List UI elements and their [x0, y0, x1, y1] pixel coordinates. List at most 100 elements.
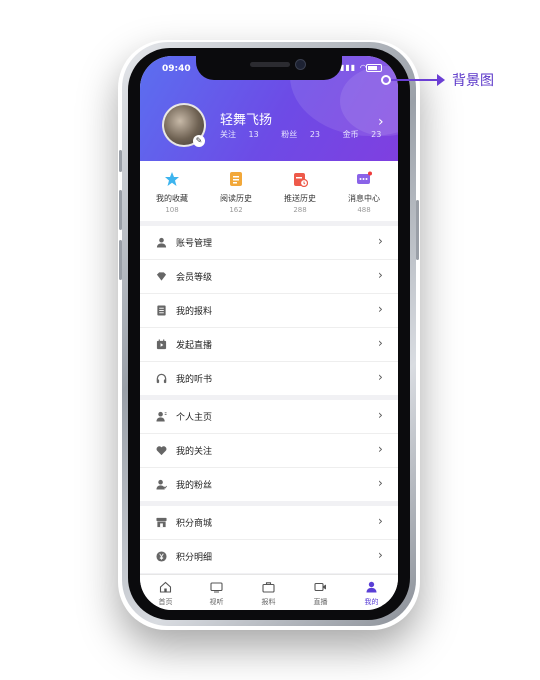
menu-item-account-management[interactable]: 账号管理 ›	[140, 226, 398, 260]
diamond-icon	[156, 272, 167, 281]
stat-label: 粉丝	[281, 130, 298, 139]
stat-label: 金币	[342, 130, 359, 139]
volume-down-button	[119, 240, 122, 280]
menu-group-social: 个人主页 › 我的关注 › 我的粉丝 ›	[140, 400, 398, 501]
stat-coins[interactable]: 金币 23	[343, 130, 392, 139]
volume-up-button	[119, 190, 122, 230]
menu-item-label: 积分明细	[176, 553, 213, 563]
document-icon	[230, 172, 242, 186]
list-icon	[157, 305, 166, 316]
quick-action-count: 162	[229, 206, 243, 214]
quick-action-reading-history[interactable]: 阅读历史 162	[204, 161, 268, 221]
annotation-line	[391, 79, 439, 81]
quick-actions: 我的收藏 108 阅读历史 162 推送历史 288 消息中心 488	[140, 161, 398, 221]
tab-reports[interactable]: 报料	[243, 575, 294, 610]
quick-action-push-history[interactable]: 推送历史 288	[268, 161, 332, 221]
quick-action-label: 我的收藏	[156, 194, 188, 203]
profile-name[interactable]: 轻舞飞扬	[220, 109, 272, 128]
bottom-tab-bar: 首页 视听 报料 直播 我的	[140, 574, 398, 610]
chevron-right-icon: ›	[378, 548, 383, 562]
quick-action-label: 消息中心	[348, 194, 380, 203]
menu-item-membership-level[interactable]: 会员等级 ›	[140, 260, 398, 294]
stat-value: 23	[309, 130, 321, 139]
chevron-right-icon: ›	[378, 336, 383, 350]
front-camera-icon	[295, 59, 306, 70]
menu-item-label: 积分商城	[176, 519, 213, 529]
app-screen: 09:40 ▮▮▮ ◠ ✎ 轻舞飞扬 关注 13 粉丝 23 金币 23 › 我…	[140, 56, 398, 610]
tab-audio-video[interactable]: 视听	[191, 575, 242, 610]
menu-item-label: 个人主页	[176, 413, 213, 423]
menu-item-label: 我的听书	[176, 375, 213, 385]
chevron-right-icon: ›	[378, 514, 383, 528]
shop-icon	[156, 517, 167, 528]
menu-item-points-mall[interactable]: 积分商城 ›	[140, 506, 398, 540]
stat-following[interactable]: 关注 13	[220, 130, 269, 139]
headphones-icon	[156, 373, 167, 384]
chevron-right-icon: ›	[378, 370, 383, 384]
message-icon	[357, 171, 372, 184]
tab-home[interactable]: 首页	[140, 575, 191, 610]
annotation-marker	[381, 75, 391, 85]
menu-item-label: 发起直播	[176, 341, 213, 351]
menu-item-my-following[interactable]: 我的关注 ›	[140, 434, 398, 468]
chevron-right-icon[interactable]: ›	[378, 114, 384, 130]
tab-mine[interactable]: 我的	[346, 575, 397, 610]
menu-item-my-audiobooks[interactable]: 我的听书 ›	[140, 362, 398, 395]
person-icon	[366, 581, 377, 593]
menu-item-points-detail[interactable]: 积分明细 ›	[140, 540, 398, 573]
quick-action-count: 288	[293, 206, 307, 214]
live-icon	[156, 339, 167, 350]
star-icon	[165, 172, 179, 186]
power-button	[416, 200, 419, 260]
menu-item-label: 我的报料	[176, 307, 213, 317]
menu-item-my-reports[interactable]: 我的报料 ›	[140, 294, 398, 328]
phone-notch	[196, 54, 342, 80]
tv-icon	[210, 582, 223, 593]
fans-icon	[156, 479, 167, 490]
menu-item-label: 我的关注	[176, 447, 213, 457]
stat-label: 关注	[220, 130, 236, 139]
chevron-right-icon: ›	[378, 234, 383, 248]
menu-item-personal-homepage[interactable]: 个人主页 ›	[140, 400, 398, 434]
heart-icon	[156, 446, 167, 456]
menu-item-label: 我的粉丝	[176, 481, 213, 491]
yen-icon	[156, 551, 167, 562]
menu-item-start-live[interactable]: 发起直播 ›	[140, 328, 398, 362]
chevron-right-icon: ›	[378, 408, 383, 422]
menu-item-my-fans[interactable]: 我的粉丝 ›	[140, 468, 398, 501]
menu-item-label: 账号管理	[176, 239, 213, 249]
chevron-right-icon: ›	[378, 442, 383, 456]
chevron-right-icon: ›	[378, 302, 383, 316]
signal-wifi-icon: ▮▮▮ ◠	[340, 63, 368, 72]
user-icon	[156, 237, 167, 248]
menu-group-points: 积分商城 › 积分明细 ›	[140, 506, 398, 573]
quick-action-favorites[interactable]: 我的收藏 108	[140, 161, 204, 221]
battery-icon	[366, 64, 382, 72]
quick-action-label: 推送历史	[284, 194, 316, 203]
camera-icon	[314, 582, 326, 592]
quick-action-label: 阅读历史	[220, 194, 252, 203]
stat-value: 23	[371, 130, 382, 139]
calendar-icon	[294, 173, 308, 187]
stat-fans[interactable]: 粉丝 23	[281, 130, 330, 139]
tab-label: 首页	[158, 598, 173, 606]
chevron-right-icon: ›	[378, 268, 383, 282]
annotation-label: 背景图	[452, 73, 494, 89]
edit-icon[interactable]: ✎	[193, 135, 205, 147]
speaker-grille	[250, 62, 290, 67]
tab-label: 直播	[313, 598, 328, 606]
profile-icon	[156, 411, 167, 422]
arrow-right-icon	[437, 74, 445, 86]
chevron-right-icon: ›	[378, 476, 383, 490]
menu-group-account: 账号管理 › 会员等级 › 我的报料 › 发起直播 › 我的听书 ›	[140, 226, 398, 395]
quick-action-count: 108	[165, 206, 179, 214]
quick-action-messages[interactable]: 消息中心 488	[332, 161, 396, 221]
tab-live[interactable]: 直播	[295, 575, 346, 610]
tab-label: 视听	[209, 598, 224, 606]
briefcase-icon	[262, 582, 275, 593]
profile-stats: 关注 13 粉丝 23 金币 23	[220, 129, 398, 140]
status-time: 09:40	[162, 64, 191, 74]
quick-action-count: 488	[357, 206, 371, 214]
tab-label: 报料	[261, 598, 276, 606]
tab-label: 我的	[364, 598, 379, 606]
